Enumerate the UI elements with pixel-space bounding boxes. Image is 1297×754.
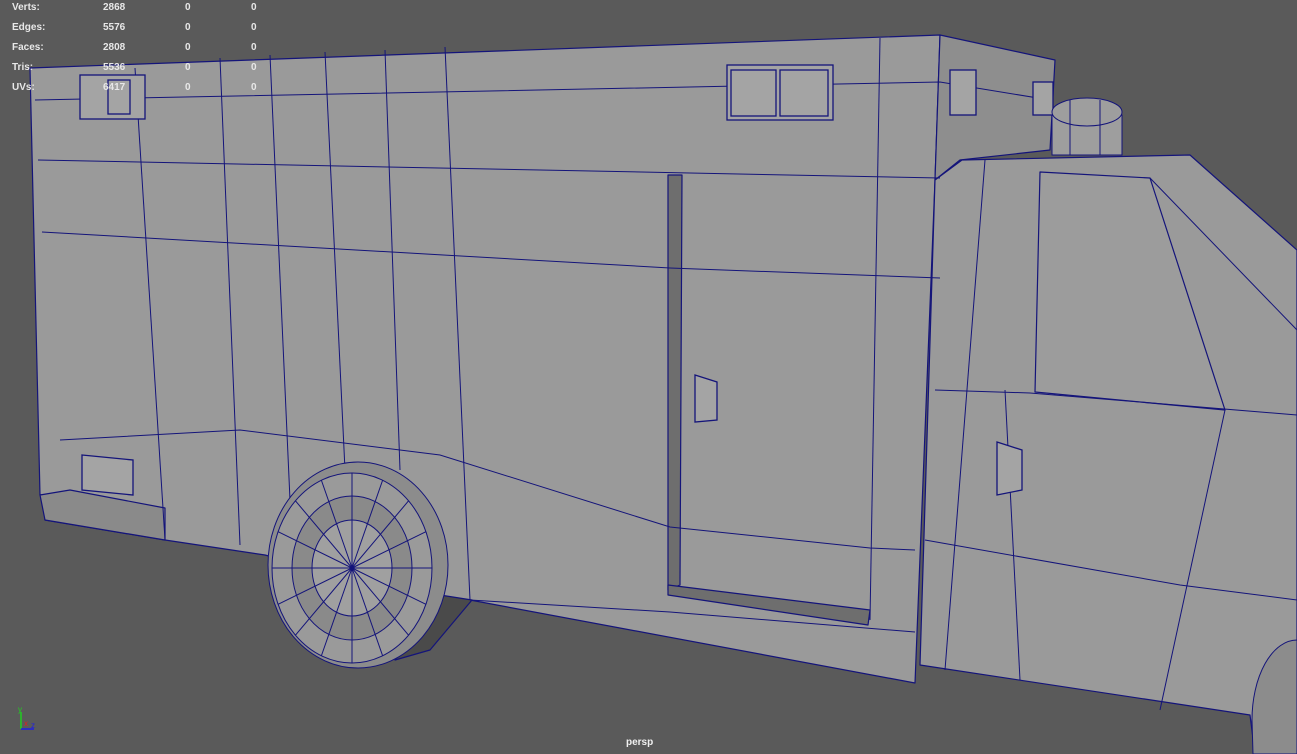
axis-x-label: x: [24, 719, 28, 728]
hud-value: 0: [185, 82, 191, 93]
hud-row: Verts: 2868 0 0: [0, 0, 270, 20]
door-handle: [694, 374, 718, 423]
viewport-3d[interactable]: [0, 0, 1297, 754]
front-marker-light: [1032, 81, 1054, 116]
hud-label: Edges:: [12, 22, 46, 33]
hud-value: 0: [251, 62, 257, 73]
hud-value: 6417: [103, 82, 126, 93]
hud-value: 2808: [103, 42, 126, 53]
rear-light: [81, 454, 134, 496]
hud-label: Verts:: [12, 2, 40, 13]
hud-value: 0: [185, 22, 191, 33]
axis-z-label: z: [31, 721, 35, 730]
hud-value: 0: [251, 42, 257, 53]
hud-row: UVs: 6417 0 0: [0, 80, 270, 100]
hud-row: Faces: 2808 0 0: [0, 40, 270, 60]
box-window-pane: [779, 69, 829, 117]
axis-y-label: y: [18, 705, 22, 714]
hud-value: 0: [251, 22, 257, 33]
hud-value: 0: [185, 42, 191, 53]
hud-value: 0: [251, 82, 257, 93]
hud-row: Tris: 5536 0 0: [0, 60, 270, 80]
hud-value: 5576: [103, 22, 126, 33]
hud-label: Tris:: [12, 62, 34, 73]
hud-value: 5536: [103, 62, 126, 73]
hud-value: 0: [185, 2, 191, 13]
front-wheel: [267, 461, 449, 669]
hud-label: UVs:: [12, 82, 35, 93]
cab-door-handle: [996, 441, 1023, 496]
poly-count-hud: Verts: 2868 0 0 Edges: 5576 0 0 Faces: 2808 0 0 Tris…: [0, 0, 270, 100]
ambulance-box-side: [29, 34, 941, 684]
front-marker-light: [949, 69, 977, 116]
hud-value: 2868: [103, 2, 126, 13]
hud-label: Faces:: [12, 42, 44, 53]
camera-label: persp: [626, 737, 654, 748]
hud-row: Edges: 5576 0 0: [0, 20, 270, 40]
axis-gizmo-icon: y x z: [18, 705, 35, 730]
hud-value: 0: [185, 62, 191, 73]
roof-light: [1051, 97, 1123, 156]
box-window-pane: [730, 69, 777, 117]
hud-value: 0: [251, 2, 257, 13]
